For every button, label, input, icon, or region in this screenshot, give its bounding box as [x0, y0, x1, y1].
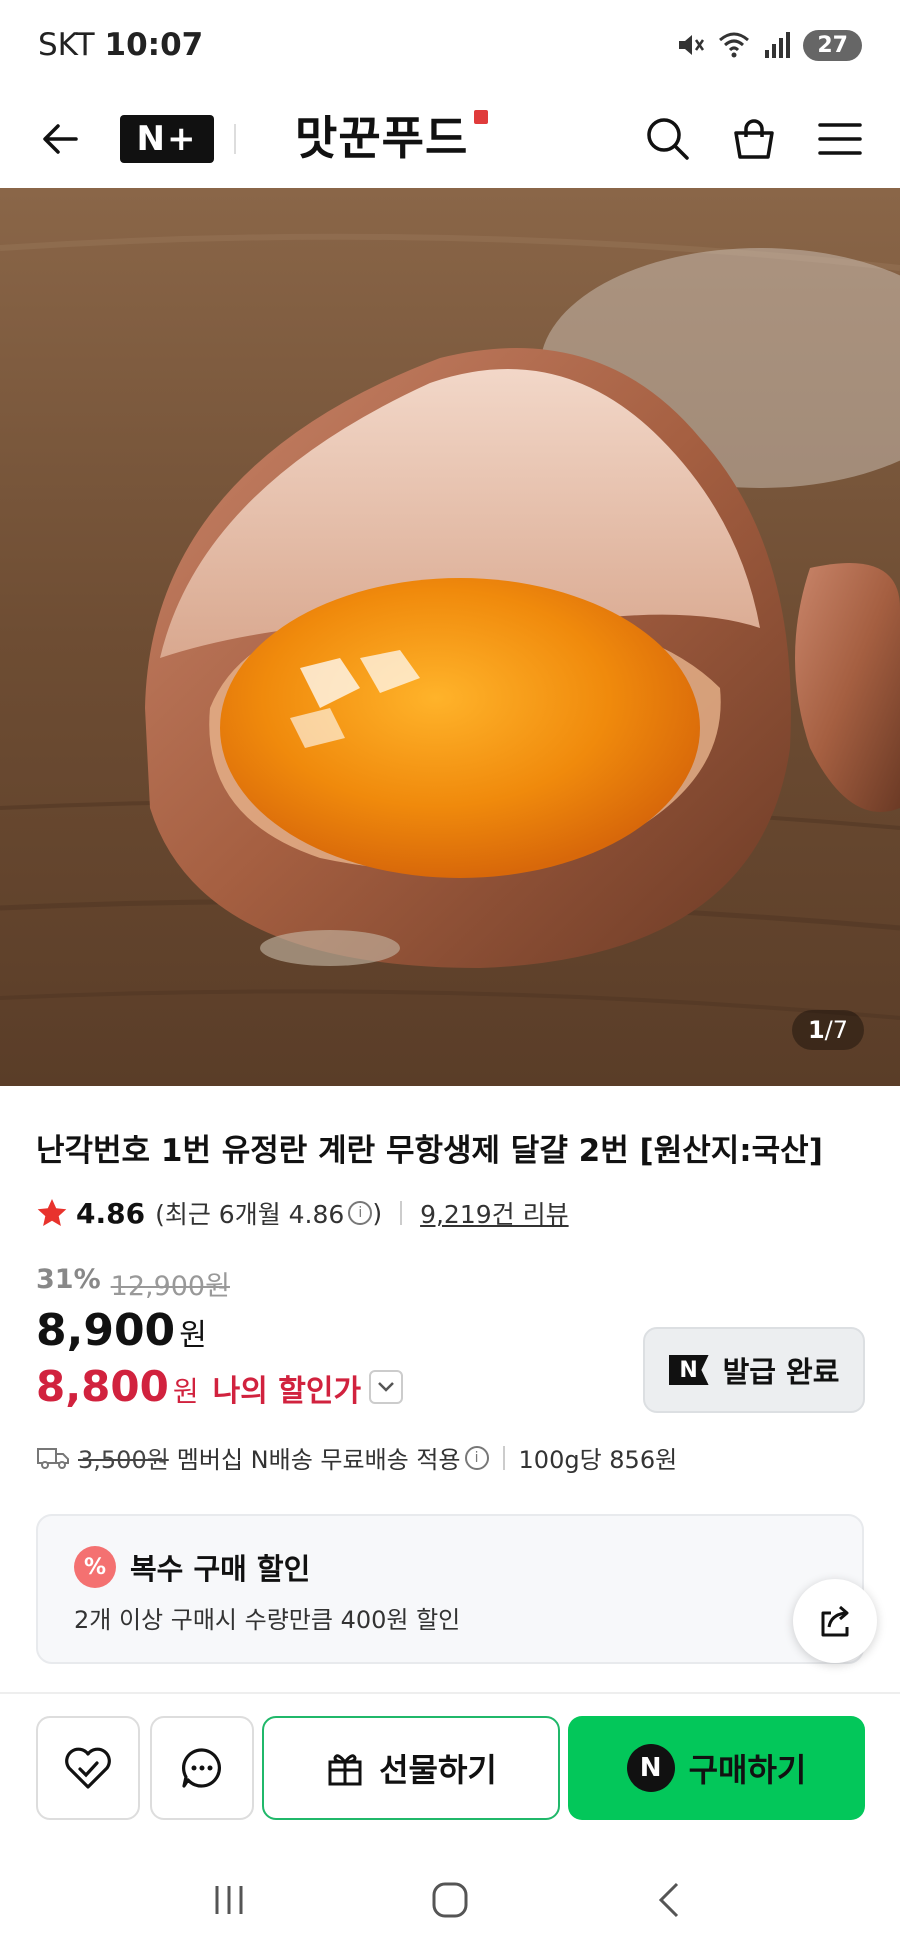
coupon-label: 발급 완료	[722, 1355, 840, 1389]
shipping-info-icon[interactable]: i	[464, 1445, 489, 1470]
rating-divider	[400, 1201, 403, 1225]
brand-seal-icon	[474, 110, 489, 124]
coupon-issued-button[interactable]: N 발급 완료	[643, 1327, 865, 1413]
status-icons: 27	[675, 29, 862, 61]
signal-icon	[765, 32, 791, 58]
shopping-bag-icon	[734, 119, 774, 159]
buy-button[interactable]: N 구매하기	[568, 1716, 865, 1820]
star-icon	[37, 1199, 67, 1226]
brand-label: 맛꾼푸드	[295, 111, 469, 165]
status-left: SKT 10:07	[38, 27, 203, 63]
pager-current: 1	[807, 1016, 825, 1044]
discount-row: 31% 12,900원	[36, 1264, 230, 1303]
my-price: 8,800	[36, 1362, 169, 1411]
recent-rating-close: )	[372, 1198, 383, 1228]
battery-indicator: 27	[803, 29, 862, 61]
chat-button[interactable]	[150, 1716, 254, 1820]
my-price-row[interactable]: 8,800 원 나의 할인가	[36, 1362, 404, 1411]
header-divider	[234, 124, 236, 154]
back-button[interactable]	[30, 109, 90, 169]
sale-price-unit: 원	[179, 1318, 207, 1353]
recent-apps-icon[interactable]	[209, 1880, 249, 1920]
info-icon[interactable]: i	[348, 1201, 373, 1225]
menu-button[interactable]	[810, 109, 870, 169]
nplus-logo[interactable]: N+	[120, 115, 214, 163]
promo-title: 복수 구매 할인	[130, 1552, 311, 1586]
shipping-fee: 3,500원	[78, 1446, 169, 1474]
product-title: 난각번호 1번 유정란 계란 무항생제 달걀 2번 [원산지:국산]	[36, 1133, 823, 1169]
pager-total: /7	[824, 1016, 848, 1044]
truck-icon	[37, 1447, 69, 1469]
rating-row: 4.86 (최근 6개월 4.86 i ) 9,219건 리뷰	[36, 1195, 569, 1231]
arrow-left-icon	[43, 124, 78, 154]
my-price-label: 나의 할인가	[212, 1374, 362, 1409]
cart-button[interactable]	[724, 109, 784, 169]
header-actions	[638, 109, 870, 169]
percent-icon: %	[74, 1546, 116, 1588]
home-icon[interactable]	[428, 1878, 472, 1922]
wishlist-button[interactable]	[36, 1716, 140, 1820]
shipping-divider	[502, 1445, 505, 1470]
promo-description: 2개 이상 구매시 수량만큼 400원 할인	[74, 1606, 461, 1634]
mute-icon	[679, 35, 705, 55]
search-button[interactable]	[638, 109, 698, 169]
my-price-expand-button[interactable]	[369, 1369, 404, 1404]
menu-icon	[818, 123, 862, 155]
chevron-down-icon	[378, 1381, 394, 1392]
recent-rating: (최근 6개월 4.86	[155, 1200, 345, 1229]
gift-label: 선물하기	[379, 1751, 497, 1789]
share-icon	[821, 1605, 849, 1637]
shipping-row: 3,500원 멤버십 N배송 무료배송 적용 i 100g당 856원	[36, 1440, 677, 1475]
buy-label: 구매하기	[688, 1751, 807, 1789]
app-header: N+ 맛꾼푸드	[0, 90, 900, 188]
naver-n-badge: N	[668, 1355, 709, 1385]
sale-price: 8,900	[36, 1305, 176, 1356]
heart-check-icon	[65, 1747, 111, 1789]
naver-pay-n-icon: N	[626, 1744, 675, 1792]
promo-heading: % 복수 구매 할인	[74, 1546, 310, 1588]
carrier-label: SKT	[38, 27, 95, 63]
purchase-action-bar: 선물하기 N 구매하기	[0, 1716, 900, 1824]
brand-name[interactable]: 맛꾼푸드	[295, 102, 489, 168]
wifi-icon	[719, 32, 750, 58]
share-button[interactable]	[793, 1579, 877, 1663]
product-image-carousel[interactable]: 1/7	[0, 188, 900, 1086]
gift-icon	[328, 1754, 362, 1786]
section-divider	[0, 1692, 900, 1694]
price-row: 8,900 원	[36, 1305, 207, 1356]
discount-percent: 31%	[36, 1264, 101, 1295]
system-navigation-bar	[0, 1850, 900, 1950]
search-icon	[647, 118, 689, 160]
my-price-unit: 원	[172, 1375, 199, 1408]
status-bar: SKT 10:07 27	[0, 0, 900, 90]
egg-photo	[0, 188, 900, 1086]
back-nav-icon[interactable]	[651, 1880, 691, 1920]
review-count-link[interactable]: 9,219건 리뷰	[420, 1195, 569, 1231]
unit-price: 100g당 856원	[518, 1446, 678, 1474]
bulk-discount-banner[interactable]: % 복수 구매 할인 2개 이상 구매시 수량만큼 400원 할인	[36, 1514, 864, 1664]
chat-bubble-icon	[182, 1748, 221, 1788]
shipping-text: 멤버십 N배송 무료배송 적용	[176, 1446, 461, 1474]
gift-button[interactable]: 선물하기	[262, 1716, 560, 1820]
original-price: 12,900원	[110, 1271, 230, 1302]
clock: 10:07	[104, 27, 204, 63]
rating-score: 4.86	[76, 1196, 146, 1230]
image-pager: 1/7	[791, 1010, 864, 1050]
